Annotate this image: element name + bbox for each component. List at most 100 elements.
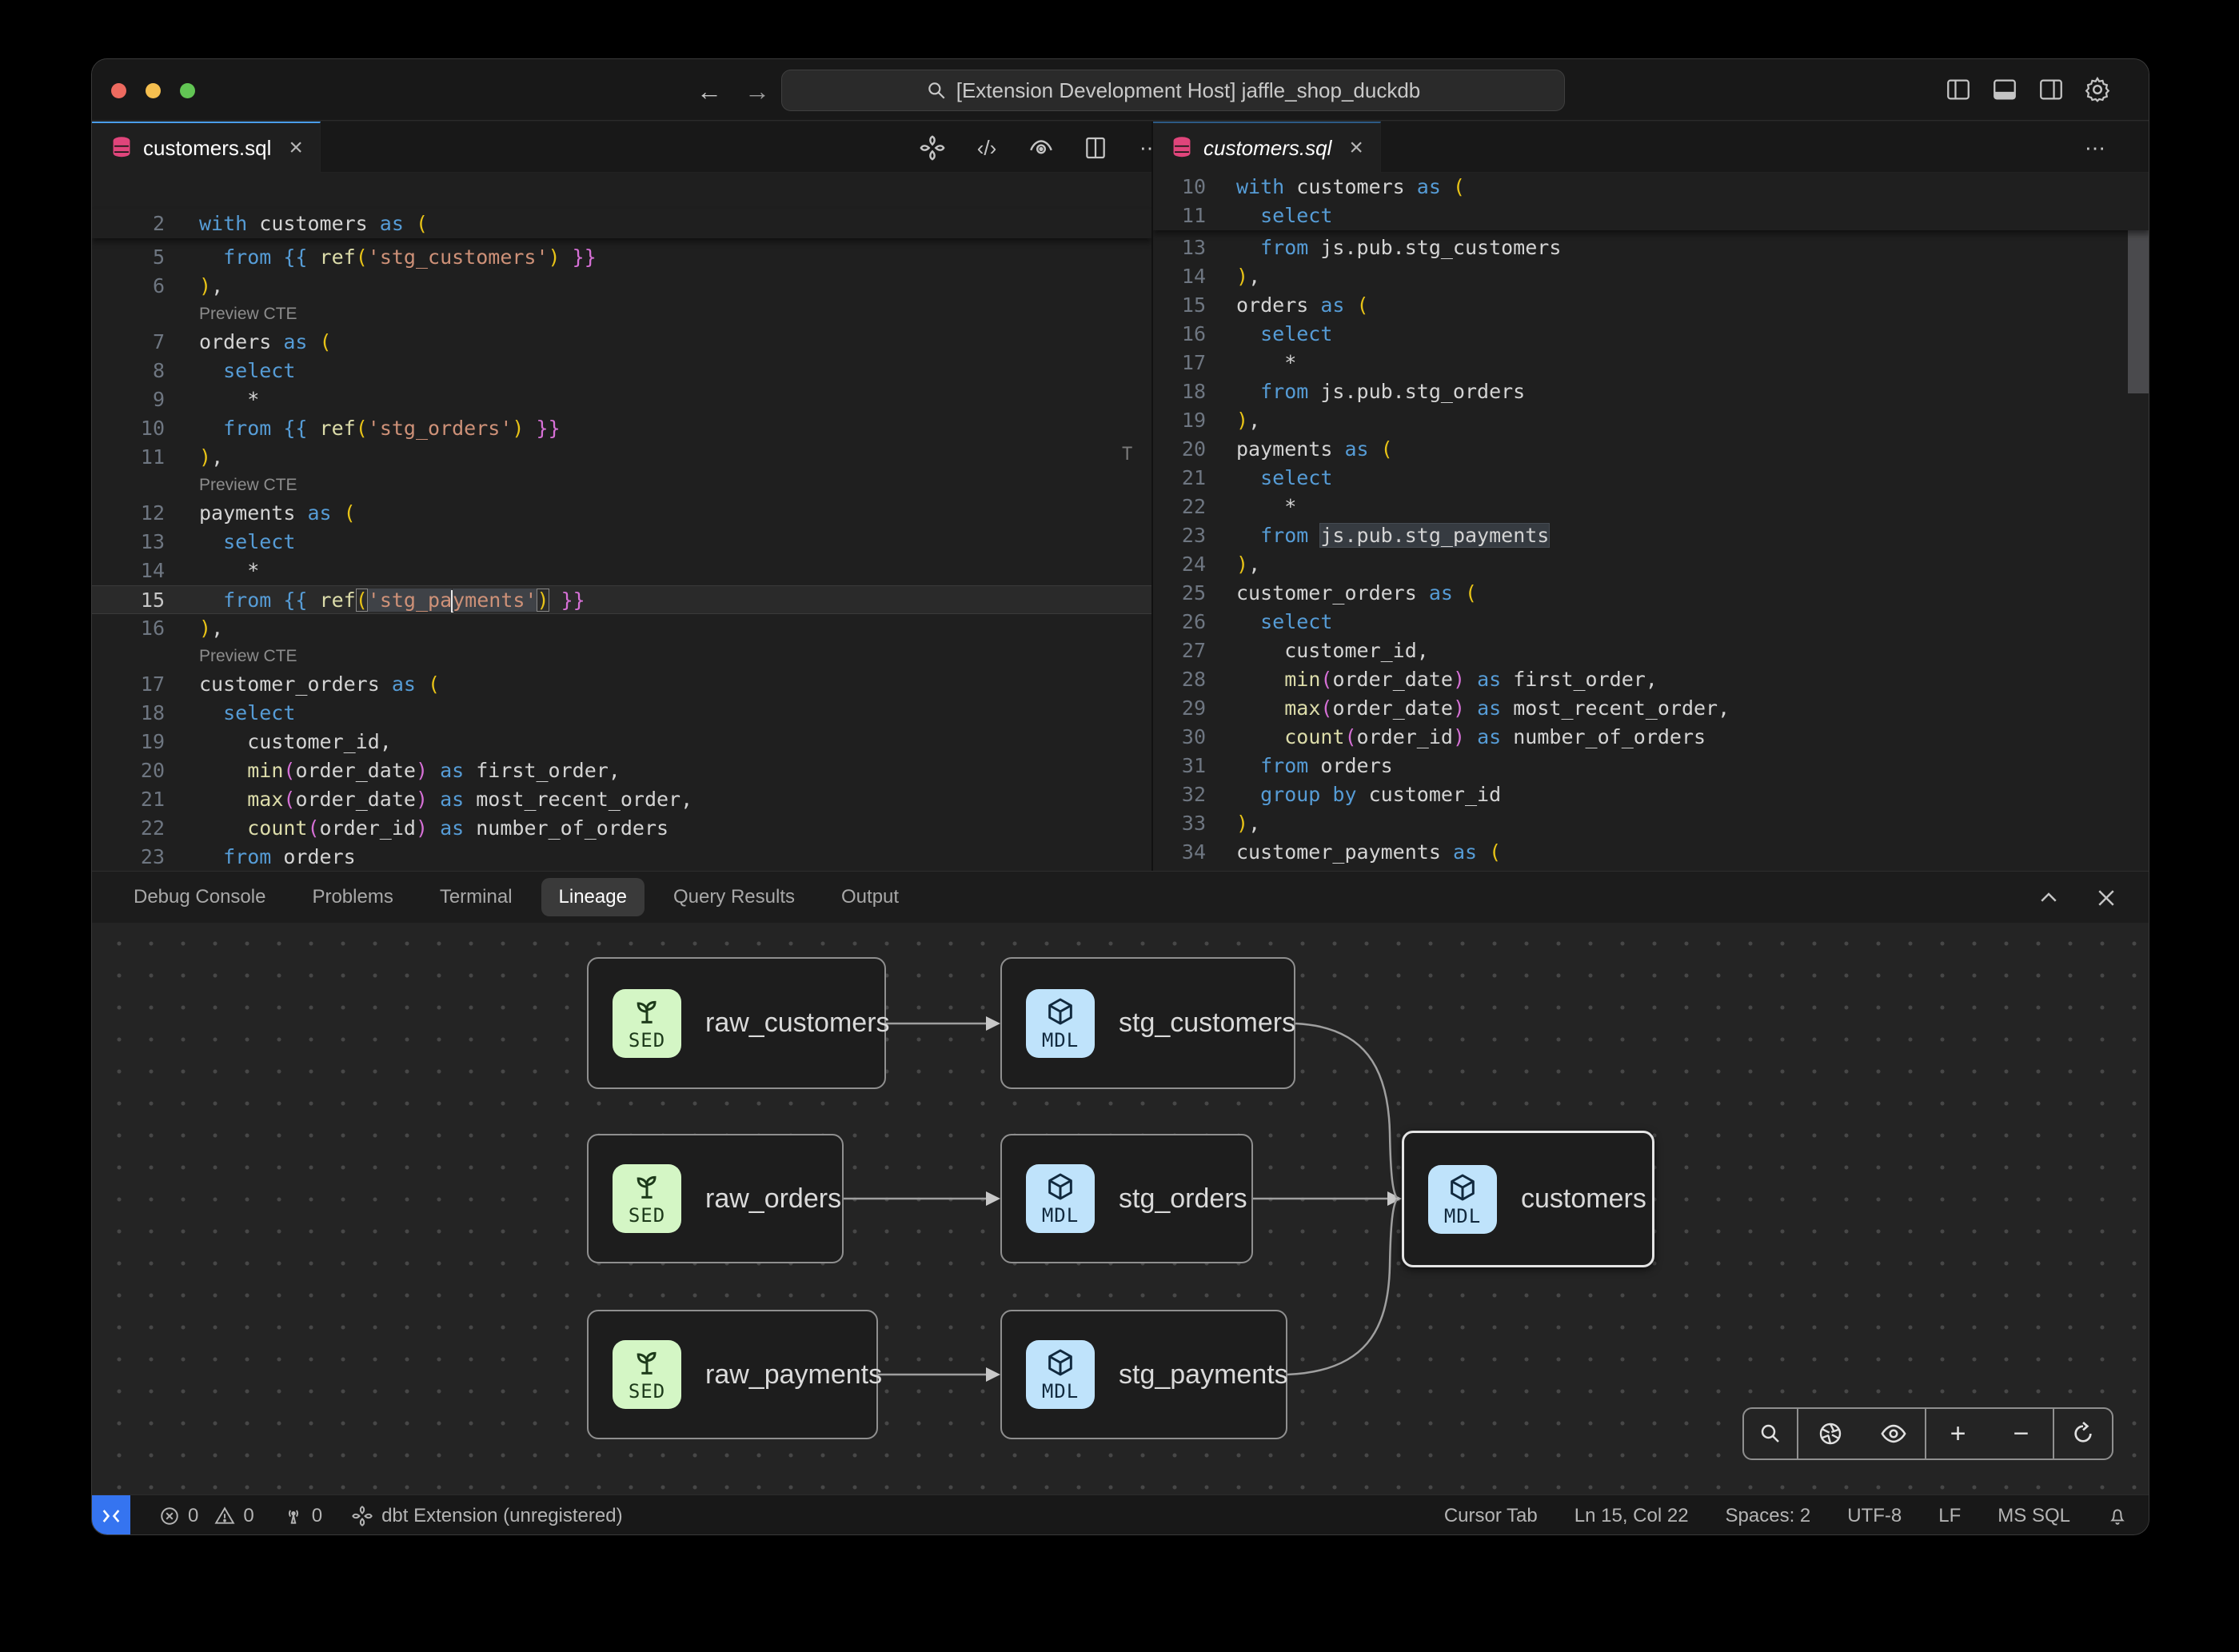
code-line[interactable]: 26 select [1153,608,2149,636]
code-icon[interactable]: ‹/› [972,133,1002,163]
code-line[interactable]: 11 select [1153,202,2149,230]
bell-icon[interactable] [2107,1506,2128,1526]
lineage-node-customers[interactable]: MDLcustomers [1402,1131,1654,1267]
code-line[interactable]: 30 count(order_id) as number_of_orders [1153,723,2149,752]
code-line[interactable]: 14), [1153,262,2149,291]
remote-indicator[interactable] [92,1495,130,1536]
code-line[interactable]: 23 from orders [92,843,1151,871]
zoom-out-icon[interactable]: − [1998,1419,2045,1450]
eol-status[interactable]: LF [1938,1505,1961,1527]
editor-left[interactable]: 2with customers as ( 5 from {{ ref('stg_… [92,173,1151,871]
traffic-light-minimize-button[interactable] [146,83,161,98]
close-icon[interactable]: × [1349,134,1363,162]
panel-tab-lineage[interactable]: Lineage [541,878,645,916]
code-line[interactable]: 18 select [92,699,1151,728]
panel-tab-query-results[interactable]: Query Results [656,878,812,916]
panel-tab-terminal[interactable]: Terminal [422,878,530,916]
code-line[interactable]: 21 select [1153,464,2149,493]
code-line[interactable]: 17customer_orders as ( [92,670,1151,699]
indentation-status[interactable]: Spaces: 2 [1726,1505,1811,1527]
toggle-primary-sidebar-icon[interactable] [1944,75,1973,104]
close-icon[interactable]: × [289,134,303,162]
forward-button[interactable]: → [744,77,770,106]
lineage-node-raw_orders[interactable]: SEDraw_orders [587,1134,844,1263]
code-line[interactable]: 21 max(order_date) as most_recent_order, [92,785,1151,814]
toggle-secondary-sidebar-icon[interactable] [2037,75,2065,104]
panel-tab-output[interactable]: Output [824,878,916,916]
command-center-search[interactable]: [Extension Development Host] jaffle_shop… [781,70,1565,111]
code-line[interactable]: 16 select [1153,320,2149,349]
codelens-preview-cte[interactable]: Preview CTE [92,472,1151,499]
zoom-in-icon[interactable]: + [1934,1419,1982,1450]
cursor-tab-status[interactable]: Cursor Tab [1444,1505,1538,1527]
panel-tab-debug-console[interactable]: Debug Console [116,878,283,916]
code-line[interactable]: 20payments as ( [1153,435,2149,464]
code-line[interactable]: 6), [92,272,1151,301]
code-line[interactable]: 22 count(order_id) as number_of_orders [92,814,1151,843]
sticky-scroll-right[interactable]: 10with customers as (11 select [1153,173,2149,230]
back-button[interactable]: ← [696,77,722,106]
code-line[interactable]: 13 select [92,528,1151,557]
language-mode-status[interactable]: MS SQL [1998,1505,2070,1527]
code-line[interactable]: 11), [92,443,1151,472]
code-line[interactable]: 9 * [92,385,1151,414]
editor-right-preview[interactable]: 10with customers as (11 select 13 from j… [1153,173,2149,871]
code-line[interactable]: 31 from orders [1153,752,2149,780]
lineage-node-raw_customers[interactable]: SEDraw_customers [587,957,886,1089]
code-line[interactable]: 25customer_orders as ( [1153,579,2149,608]
code-line[interactable]: 22 * [1153,493,2149,521]
code-line[interactable]: 15 from {{ ref('stg_payments') }} [92,585,1151,614]
code-line[interactable]: 16), [92,614,1151,643]
lineage-node-stg_payments[interactable]: MDLstg_payments [1000,1310,1287,1439]
code-line[interactable]: 15orders as ( [1153,291,2149,320]
code-line[interactable]: 10 from {{ ref('stg_orders') }} [92,414,1151,443]
gear-icon[interactable] [2083,75,2112,104]
more-actions-icon[interactable]: ⋯ [2080,133,2110,163]
dbt-flask-icon[interactable] [917,133,948,163]
refresh-icon[interactable] [2059,1421,2107,1446]
code-line[interactable]: 24), [1153,550,2149,579]
tab-customers-sql-right-preview[interactable]: customers.sql × [1152,122,1381,173]
traffic-light-zoom-button[interactable] [180,83,195,98]
split-editor-icon[interactable] [1080,133,1111,163]
search-icon[interactable] [1746,1422,1794,1446]
code-line[interactable]: 29 max(order_date) as most_recent_order, [1153,694,2149,723]
code-line[interactable]: 2with customers as ( [92,209,1151,238]
lineage-node-raw_payments[interactable]: SEDraw_payments [587,1310,878,1439]
tab-customers-sql-left[interactable]: customers.sql × [92,122,321,173]
eye-icon[interactable] [1870,1420,1918,1447]
code-line[interactable]: 13 from js.pub.stg_customers [1153,233,2149,262]
code-line[interactable]: 34customer_payments as ( [1153,838,2149,867]
code-line[interactable]: 33), [1153,809,2149,838]
lineage-canvas[interactable]: SEDraw_customersMDLstg_customersSEDraw_o… [92,923,2149,1495]
code-line[interactable]: 28 min(order_date) as first_order, [1153,665,2149,694]
code-line[interactable]: 32 group by customer_id [1153,780,2149,809]
code-line[interactable]: 17 * [1153,349,2149,377]
toggle-panel-icon[interactable] [1990,75,2019,104]
code-line[interactable]: 19 customer_id, [92,728,1151,756]
cursor-position-status[interactable]: Ln 15, Col 22 [1574,1505,1689,1527]
editor-scrollbar-thumb[interactable] [2128,230,2149,393]
code-line[interactable]: 14 * [92,557,1151,585]
ports-status[interactable]: 0 [283,1505,322,1527]
code-line[interactable]: 7orders as ( [92,328,1151,357]
codelens-preview-cte[interactable]: Preview CTE [92,643,1151,670]
code-line[interactable]: 5 from {{ ref('stg_customers') }} [92,243,1151,272]
lineage-node-stg_orders[interactable]: MDLstg_orders [1000,1134,1253,1263]
dbt-extension-status[interactable]: dbt Extension (unregistered) [351,1505,623,1527]
codelens-preview-cte[interactable]: Preview CTE [92,301,1151,328]
code-line[interactable]: 18 from js.pub.stg_orders [1153,377,2149,406]
code-line[interactable]: 23 from js.pub.stg_payments [1153,521,2149,550]
code-line[interactable]: 19), [1153,406,2149,435]
encoding-status[interactable]: UTF-8 [1847,1505,1902,1527]
close-icon[interactable] [2091,883,2121,913]
panel-tab-problems[interactable]: Problems [294,878,410,916]
code-line[interactable]: 20 min(order_date) as first_order, [92,756,1151,785]
code-line[interactable]: 27 customer_id, [1153,636,2149,665]
traffic-light-close-button[interactable] [111,83,126,98]
problems-status[interactable]: 0 0 [159,1505,254,1527]
eye-icon[interactable] [1026,133,1056,163]
aperture-icon[interactable] [1806,1421,1854,1446]
chevron-up-icon[interactable] [2033,883,2064,913]
code-line[interactable]: 10with customers as ( [1153,173,2149,202]
